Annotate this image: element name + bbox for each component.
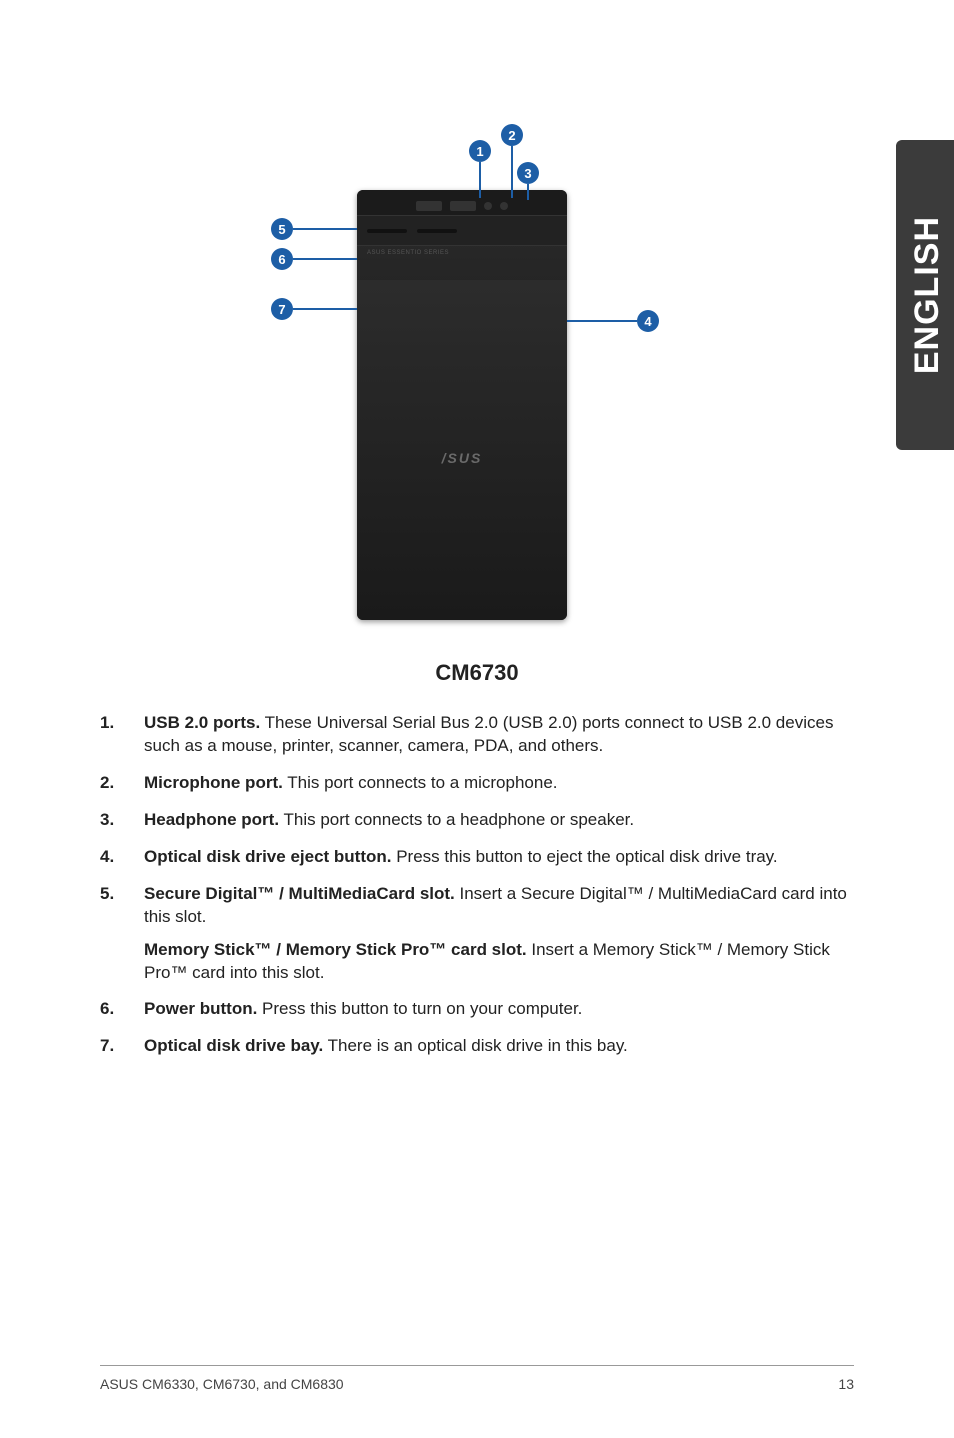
diagram-caption: CM6730	[100, 660, 854, 686]
item-body: Secure Digital™ / MultiMediaCard slot. I…	[144, 883, 854, 985]
card-slot-icon	[417, 229, 457, 233]
callout-line	[567, 320, 637, 322]
item-term: Headphone port.	[144, 810, 279, 829]
callout-7: 7	[271, 298, 293, 320]
item-number: 1.	[100, 712, 144, 758]
item-desc: Press this button to eject the optical d…	[392, 847, 778, 866]
item-term: Secure Digital™ / MultiMediaCard slot.	[144, 884, 455, 903]
callout-line	[479, 162, 481, 198]
callout-line	[293, 228, 357, 230]
list-item: 3. Headphone port. This port connects to…	[100, 809, 854, 832]
item-number: 3.	[100, 809, 144, 832]
callout-6: 6	[271, 248, 293, 270]
list-item: 5. Secure Digital™ / MultiMediaCard slot…	[100, 883, 854, 985]
page-footer: ASUS CM6330, CM6730, and CM6830 13	[100, 1365, 854, 1392]
list-item: 2. Microphone port. This port connects t…	[100, 772, 854, 795]
item-body: Power button. Press this button to turn …	[144, 998, 854, 1021]
item-term: Memory Stick™ / Memory Stick Pro™ card s…	[144, 940, 527, 959]
footer-left: ASUS CM6330, CM6730, and CM6830	[100, 1376, 344, 1392]
callout-line	[527, 184, 529, 200]
item-number: 7.	[100, 1035, 144, 1058]
list-item: 7. Optical disk drive bay. There is an o…	[100, 1035, 854, 1058]
page-number: 13	[838, 1376, 854, 1392]
item-term: Optical disk drive bay.	[144, 1036, 323, 1055]
item-desc: Press this button to turn on your comput…	[257, 999, 582, 1018]
item-desc: There is an optical disk drive in this b…	[323, 1036, 628, 1055]
device-diagram: 1 2 3 4 5 6 7 ASUS ESSENTI	[217, 120, 737, 640]
card-reader-strip	[357, 216, 567, 246]
item-body: Optical disk drive eject button. Press t…	[144, 846, 854, 869]
item-sub: Memory Stick™ / Memory Stick Pro™ card s…	[144, 939, 854, 985]
usb-port-icon	[416, 201, 442, 211]
spec-list: 1. USB 2.0 ports. These Universal Serial…	[100, 712, 854, 1058]
top-io-panel	[357, 190, 567, 216]
callout-1: 1	[469, 140, 491, 162]
item-body: Headphone port. This port connects to a …	[144, 809, 854, 832]
callout-3: 3	[517, 162, 539, 184]
item-desc: This port connects to a headphone or spe…	[279, 810, 634, 829]
item-body: USB 2.0 ports. These Universal Serial Bu…	[144, 712, 854, 758]
asus-logo: /SUS	[357, 450, 567, 466]
item-term: Microphone port.	[144, 773, 283, 792]
audio-jack-icon	[484, 202, 492, 210]
callout-line	[293, 258, 357, 260]
language-tab: ENGLISH	[896, 140, 954, 450]
item-desc: This port connects to a microphone.	[283, 773, 558, 792]
callout-5: 5	[271, 218, 293, 240]
item-body: Microphone port. This port connects to a…	[144, 772, 854, 795]
item-number: 2.	[100, 772, 144, 795]
usb-port-icon	[450, 201, 476, 211]
item-number: 6.	[100, 998, 144, 1021]
item-number: 4.	[100, 846, 144, 869]
callout-2: 2	[501, 124, 523, 146]
item-body: Optical disk drive bay. There is an opti…	[144, 1035, 854, 1058]
callout-4: 4	[637, 310, 659, 332]
callout-line	[511, 146, 513, 198]
item-term: Optical disk drive eject button.	[144, 847, 392, 866]
audio-jack-icon	[500, 202, 508, 210]
item-number: 5.	[100, 883, 144, 985]
card-slot-icon	[367, 229, 407, 233]
item-term: Power button.	[144, 999, 257, 1018]
page-content: 1 2 3 4 5 6 7 ASUS ESSENTI	[100, 120, 854, 1378]
callout-line	[293, 308, 357, 310]
item-term: USB 2.0 ports.	[144, 713, 260, 732]
language-label: ENGLISH	[908, 216, 947, 374]
list-item: 6. Power button. Press this button to tu…	[100, 998, 854, 1021]
list-item: 4. Optical disk drive eject button. Pres…	[100, 846, 854, 869]
list-item: 1. USB 2.0 ports. These Universal Serial…	[100, 712, 854, 758]
series-badge: ASUS ESSENTIO SERIES	[357, 246, 567, 256]
pc-tower-illustration: ASUS ESSENTIO SERIES OPTICAL DRIVE /SUS	[357, 190, 567, 620]
tower-front-panel: /SUS	[357, 280, 567, 620]
